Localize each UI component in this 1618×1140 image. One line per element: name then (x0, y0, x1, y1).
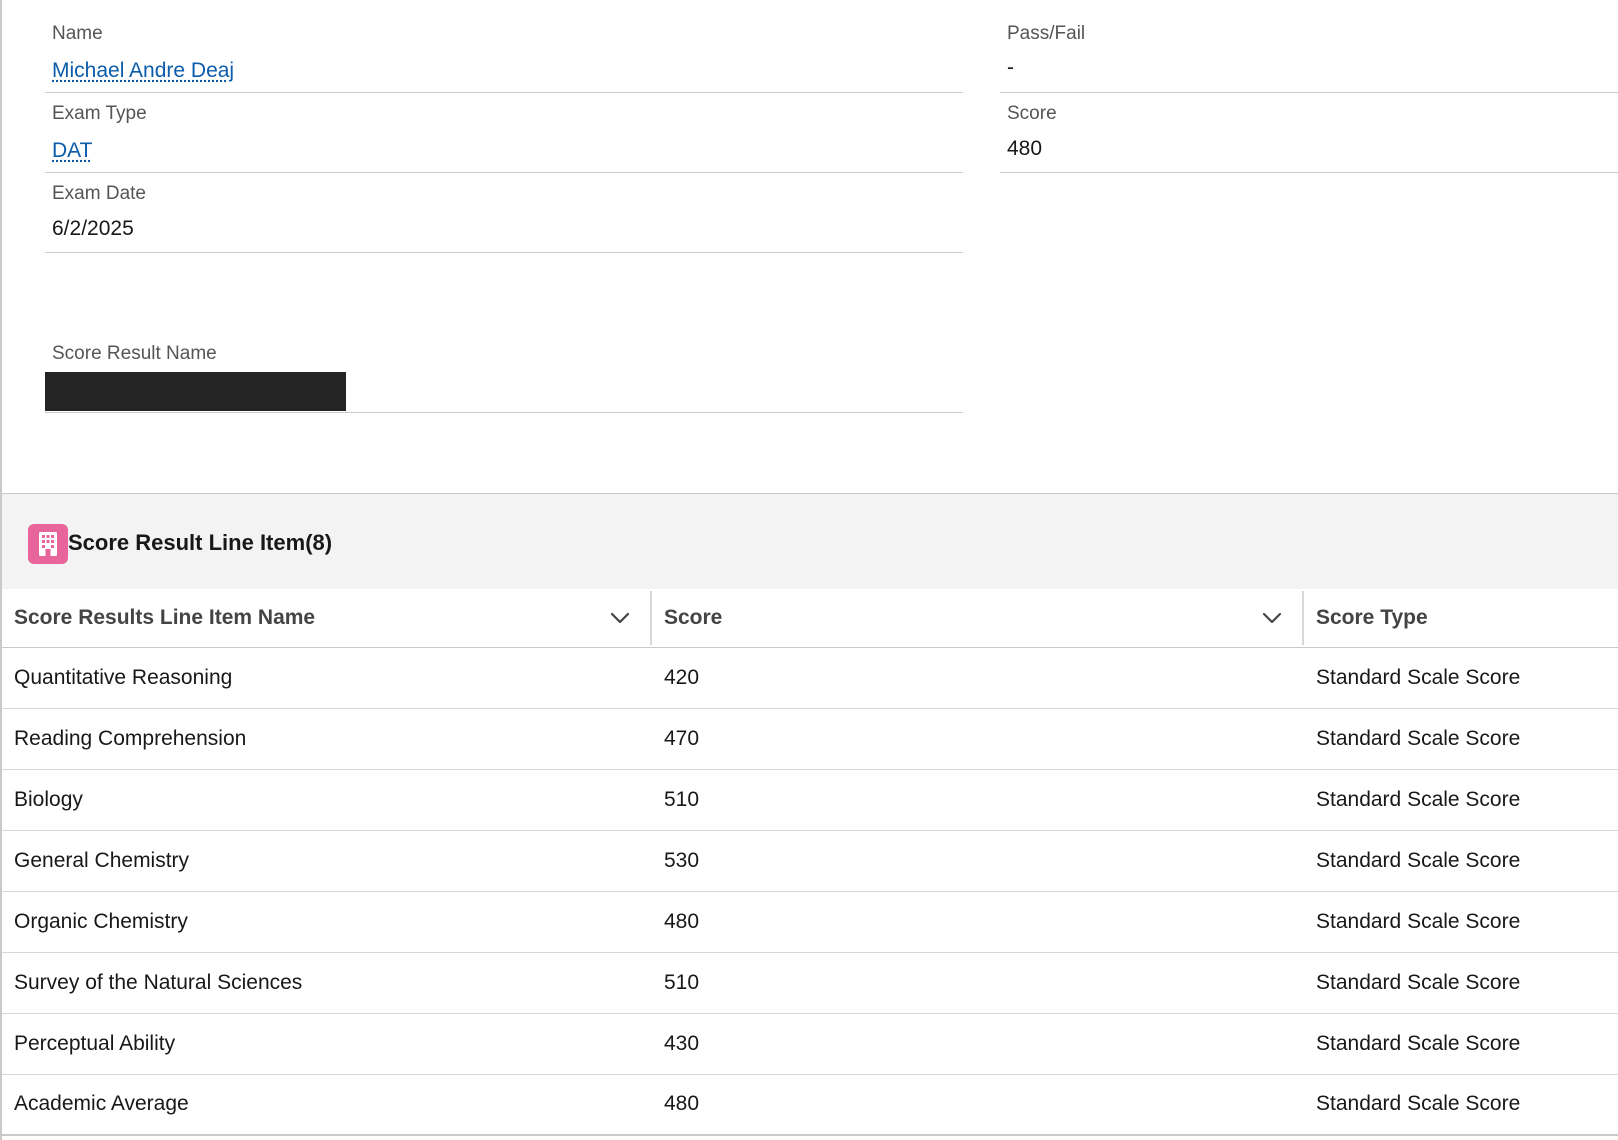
line-item-name: Quantitative Reasoning (2, 647, 652, 709)
exam-type-field: Exam Type DAT (45, 102, 963, 174)
table-row[interactable]: Biology 510 Standard Scale Score (2, 769, 1618, 831)
name-field: Name Michael Andre Deaj (45, 22, 963, 94)
column-header-score[interactable]: Score (652, 589, 1304, 648)
line-item-score: 510 (652, 769, 1304, 831)
table-header-row: Score Results Line Item Name Score Score… (2, 589, 1618, 648)
line-item-name: Perceptual Ability (2, 1013, 652, 1075)
line-item-score-type: Standard Scale Score (1304, 952, 1618, 1014)
line-item-name: Organic Chemistry (2, 891, 652, 953)
line-item-score: 470 (652, 708, 1304, 770)
pass-fail-value: - (1007, 56, 1014, 79)
related-list-header: Score Result Line Item(8) (2, 494, 1618, 589)
line-item-score: 510 (652, 952, 1304, 1014)
line-item-score-type: Standard Scale Score (1304, 769, 1618, 831)
line-item-score-type: Standard Scale Score (1304, 1013, 1618, 1075)
line-item-score-type: Standard Scale Score (1304, 830, 1618, 892)
line-item-score-type: Standard Scale Score (1304, 708, 1618, 770)
line-item-score-type: Standard Scale Score (1304, 891, 1618, 953)
column-header-name[interactable]: Score Results Line Item Name (2, 589, 652, 648)
table-row[interactable]: Organic Chemistry 480 Standard Scale Sco… (2, 891, 1618, 953)
line-item-name: Reading Comprehension (2, 708, 652, 770)
related-list-title[interactable]: Score Result Line Item(8) (68, 530, 332, 556)
name-label: Name (52, 23, 103, 44)
exam-date-label: Exam Date (52, 183, 146, 204)
table-row[interactable]: Reading Comprehension 470 Standard Scale… (2, 708, 1618, 770)
related-list-title-text: Score Result Line Item (68, 530, 306, 555)
pass-fail-label: Pass/Fail (1007, 23, 1086, 44)
table-row[interactable]: Academic Average 480 Standard Scale Scor… (2, 1074, 1618, 1136)
line-item-score: 420 (652, 647, 1304, 709)
score-result-line-items-related-list: Score Result Line Item(8) Score Results … (2, 493, 1618, 1140)
line-item-name: General Chemistry (2, 830, 652, 892)
line-item-score-type: Standard Scale Score (1304, 647, 1618, 709)
exam-type-link[interactable]: DAT (52, 138, 92, 164)
line-item-score-type: Standard Scale Score (1304, 1074, 1618, 1136)
line-items-table: Score Results Line Item Name Score Score… (2, 589, 1618, 1136)
score-divider (1000, 172, 1618, 173)
table-row[interactable]: Quantitative Reasoning 420 Standard Scal… (2, 647, 1618, 709)
score-label: Score (1007, 103, 1057, 124)
exam-type-divider (45, 172, 963, 173)
table-row[interactable]: Survey of the Natural Sciences 510 Stand… (2, 952, 1618, 1014)
table-row[interactable]: General Chemistry 530 Standard Scale Sco… (2, 830, 1618, 892)
line-item-name: Survey of the Natural Sciences (2, 952, 652, 1014)
exam-date-value: 6/2/2025 (52, 217, 134, 240)
line-item-score: 480 (652, 891, 1304, 953)
exam-type-label: Exam Type (52, 103, 147, 124)
column-header-name-label: Score Results Line Item Name (14, 605, 316, 629)
building-icon (28, 524, 68, 564)
score-field: Score 480 (1000, 102, 1618, 174)
redacted-value (45, 372, 346, 411)
related-list-count: (8) (305, 530, 333, 555)
line-item-name: Biology (2, 769, 652, 831)
line-item-score: 480 (652, 1074, 1304, 1136)
line-item-name: Academic Average (2, 1074, 652, 1136)
line-item-score: 530 (652, 830, 1304, 892)
column-header-score-type-label: Score Type (1316, 605, 1428, 629)
pass-fail-field: Pass/Fail - (1000, 22, 1618, 94)
chevron-down-icon[interactable] (608, 606, 632, 630)
score-result-name-field: Score Result Name (45, 342, 963, 414)
score-result-record: Name Michael Andre Deaj Pass/Fail - Exam… (0, 0, 1618, 1140)
score-value: 480 (1007, 137, 1043, 160)
name-link[interactable]: Michael Andre Deaj (52, 58, 234, 84)
chevron-down-icon[interactable] (1260, 606, 1284, 630)
table-row[interactable]: Perceptual Ability 430 Standard Scale Sc… (2, 1013, 1618, 1075)
score-result-name-divider (45, 412, 963, 413)
name-divider (45, 92, 963, 93)
line-item-score: 430 (652, 1013, 1304, 1075)
column-header-score-type[interactable]: Score Type (1304, 589, 1618, 648)
exam-date-divider (45, 252, 963, 253)
exam-date-field: Exam Date 6/2/2025 (45, 182, 963, 254)
column-header-score-label: Score (664, 605, 723, 629)
score-result-name-label: Score Result Name (52, 343, 217, 364)
pass-fail-divider (1000, 92, 1618, 93)
